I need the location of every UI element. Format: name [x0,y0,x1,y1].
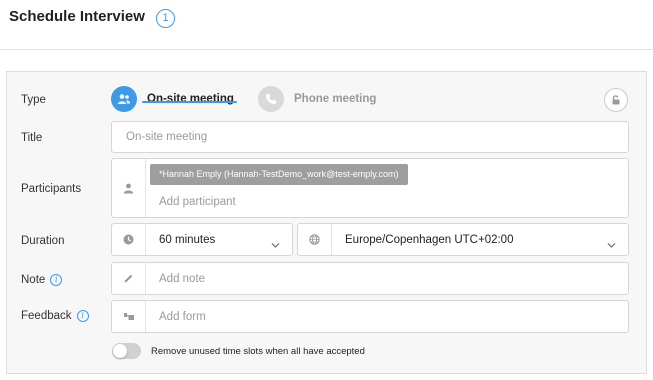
info-icon[interactable]: i [50,274,63,286]
people-icon [111,86,137,112]
title-placeholder: On-site meeting [126,131,208,143]
clock-icon [112,224,146,255]
title-input[interactable]: On-site meeting [111,121,629,153]
participants-label: Participants [21,183,82,195]
timezone-value: Europe/Copenhagen UTC+02:00 [345,234,514,246]
page-title: Schedule Interview [9,8,145,25]
type-option-onsite[interactable]: On-site meeting [111,86,234,112]
remove-unused-slots-label: Remove unused time slots when all have a… [151,346,365,357]
selected-type-underline [142,101,237,103]
lock-toggle-button[interactable] [604,88,628,112]
step-badge: 1 [156,9,175,28]
type-option-phone[interactable]: Phone meeting [258,86,376,112]
note-label-row: Note i [21,274,63,287]
duration-select[interactable]: 60 minutes [111,223,293,256]
participants-field[interactable]: *Hannah Emply (Hannah-TestDemo_work@test… [111,158,629,218]
pencil-icon [112,263,146,294]
timezone-select[interactable]: Europe/Copenhagen UTC+02:00 [297,223,629,256]
type-label: Type [21,94,46,106]
form-icon [112,301,146,332]
title-label: Title [21,132,43,144]
type-option-label: On-site meeting [147,93,234,105]
remove-unused-slots-toggle[interactable] [112,343,141,359]
feedback-label-row: Feedback i [21,310,89,322]
globe-icon [298,224,332,255]
person-icon [112,159,146,217]
feedback-label: Feedback [21,310,72,323]
chevron-down-icon [607,236,616,254]
info-icon[interactable]: i [76,310,89,322]
toggle-knob [113,344,127,358]
feedback-form-input[interactable]: Add form [111,300,629,333]
type-option-label: Phone meeting [294,93,377,105]
chevron-down-icon [271,236,280,254]
duration-value: 60 minutes [159,234,216,246]
note-input[interactable]: Add note [111,262,629,295]
phone-icon [258,86,284,112]
page-header: Schedule Interview 1 [0,0,653,50]
note-placeholder: Add note [159,273,206,285]
note-label: Note [21,274,46,287]
feedback-placeholder: Add form [159,311,206,323]
participant-chip[interactable]: *Hannah Emply (Hannah-TestDemo_work@test… [150,164,408,185]
add-participant-input[interactable]: Add participant [159,196,236,208]
unlock-icon [610,94,622,106]
duration-label: Duration [21,235,65,247]
